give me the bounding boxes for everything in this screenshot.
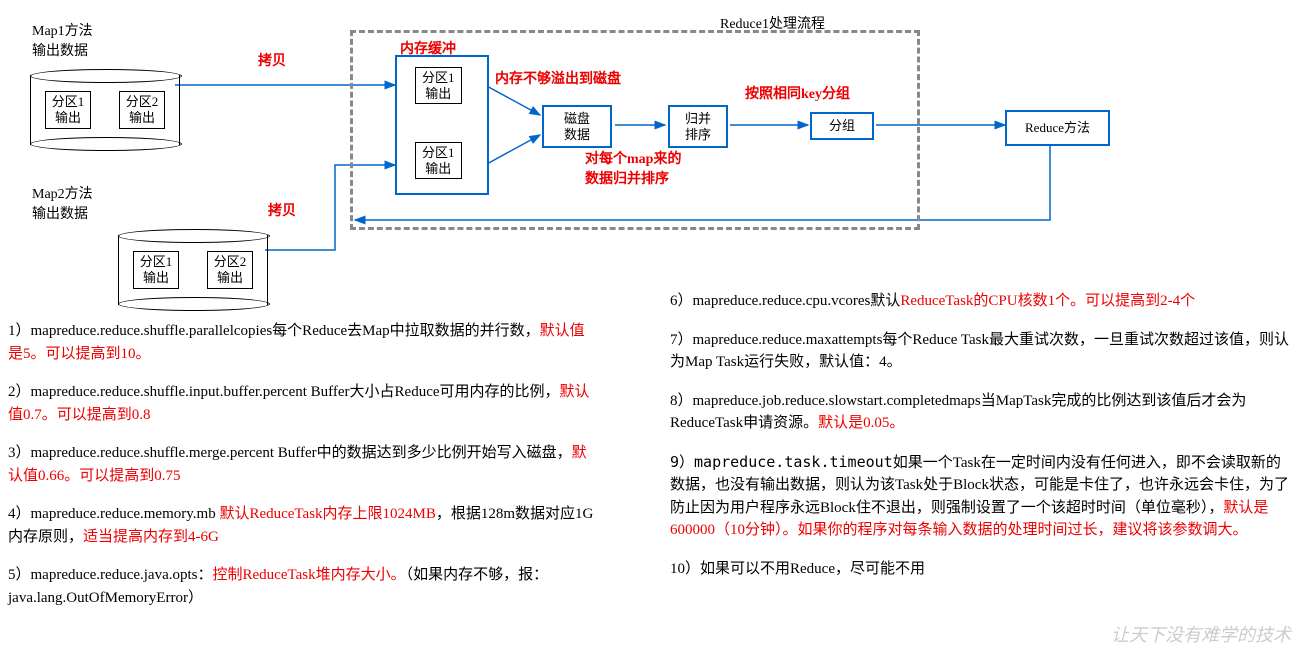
map2-cylinder: 分区1 输出 分区2 输出 [118, 235, 268, 305]
t4a: 4）mapreduce.reduce.memory.mb [8, 506, 219, 522]
mem-buffer-label: 内存缓冲 [400, 40, 456, 60]
buf-p1a: 分区1 输出 [415, 67, 462, 104]
map1-cylinder: 分区1 输出 分区2 输出 [30, 75, 180, 145]
reduce-method-box: Reduce方法 [1005, 110, 1110, 146]
item-1: 1）mapreduce.reduce.shuffle.parallelcopie… [8, 320, 598, 365]
t4d: 适当提高内存到4-6G [83, 529, 219, 545]
reduce-flow-diagram: Map1方法 输出数据 分区1 输出 分区2 输出 拷贝 Map2方法 输出数据… [0, 0, 1306, 300]
group-note: 按照相同key分组 [745, 85, 850, 105]
item-7: 7）mapreduce.reduce.maxattempts每个Reduce T… [670, 329, 1290, 374]
item-6: 6）mapreduce.reduce.cpu.vcores默认ReduceTas… [670, 290, 1290, 313]
t7a: 7）mapreduce.reduce.maxattempts每个Reduce T… [670, 332, 1289, 371]
t8b: 默认是0.05。 [818, 415, 904, 431]
map2-p2: 分区2 输出 [207, 251, 254, 288]
right-text-column: 6）mapreduce.reduce.cpu.vcores默认ReduceTas… [670, 290, 1290, 596]
item-5: 5）mapreduce.reduce.java.opts：控制ReduceTas… [8, 564, 598, 609]
map1-title: Map1方法 输出数据 [32, 22, 93, 61]
t6b: ReduceTask的CPU核数1个。可以提高到2-4个 [900, 293, 1195, 309]
merge-sort-box: 归并 排序 [668, 105, 728, 148]
item-9: 9）mapreduce.task.timeout如果一个Task在一定时间内没有… [670, 451, 1290, 542]
t9a: 9）mapreduce.task.timeout [670, 453, 893, 471]
disk-data-box: 磁盘 数据 [542, 105, 612, 148]
item-8: 8）mapreduce.job.reduce.slowstart.complet… [670, 390, 1290, 435]
merge-note: 对每个map来的 数据归并排序 [585, 150, 681, 189]
map1-p1: 分区1 输出 [45, 91, 92, 128]
map1-p2: 分区2 输出 [119, 91, 166, 128]
t1a: 1）mapreduce.reduce.shuffle.parallelcopie… [8, 323, 540, 339]
copy2-label: 拷贝 [268, 202, 296, 222]
t8a: 8）mapreduce.job.reduce.slowstart.complet… [670, 393, 1246, 432]
copy1-label: 拷贝 [258, 52, 286, 72]
buf-p1b: 分区1 输出 [415, 142, 462, 179]
t3a: 3）mapreduce.reduce.shuffle.merge.percent… [8, 445, 572, 461]
t2a: 2）mapreduce.reduce.shuffle.input.buffer.… [8, 384, 560, 400]
item-10: 10）如果可以不用Reduce，尽可能不用 [670, 558, 1290, 581]
t4b: 默认ReduceTask内存上限1024MB [219, 506, 435, 522]
reduce-flow-title: Reduce1处理流程 [720, 15, 825, 35]
watermark: 让天下没有难学的技术 [1111, 623, 1291, 648]
item-2: 2）mapreduce.reduce.shuffle.input.buffer.… [8, 381, 598, 426]
map2-title: Map2方法 输出数据 [32, 185, 93, 224]
t6a: 6）mapreduce.reduce.cpu.vcores默认 [670, 293, 900, 309]
group-box: 分组 [810, 112, 874, 140]
map2-p1: 分区1 输出 [133, 251, 180, 288]
spill-label: 内存不够溢出到磁盘 [495, 70, 621, 90]
item-4: 4）mapreduce.reduce.memory.mb 默认ReduceTas… [8, 503, 598, 548]
memory-buffer: 分区1 输出 分区1 输出 [395, 55, 489, 195]
left-text-column: 1）mapreduce.reduce.shuffle.parallelcopie… [8, 320, 598, 625]
t5b: 控制ReduceTask堆内存大小。 [213, 567, 406, 583]
t10a: 10）如果可以不用Reduce，尽可能不用 [670, 561, 925, 577]
t5a: 5）mapreduce.reduce.java.opts： [8, 567, 213, 583]
item-3: 3）mapreduce.reduce.shuffle.merge.percent… [8, 442, 598, 487]
